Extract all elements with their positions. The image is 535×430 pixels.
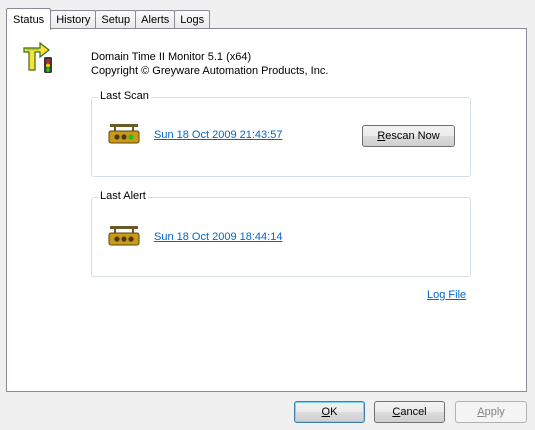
last-scan-label: Last Scan <box>98 90 151 102</box>
apply-accel: A <box>477 406 485 418</box>
rescan-now-button[interactable]: Rescan Now <box>362 125 455 147</box>
app-copyright: Copyright © Greyware Automation Products… <box>91 65 329 77</box>
tab-status[interactable]: Status <box>6 8 52 30</box>
tab-logs[interactable]: Logs <box>174 10 211 29</box>
tab-strip: Status History Setup Alerts Logs <box>6 7 211 30</box>
last-scan-timestamp-link[interactable]: Sun 18 Oct 2009 21:43:57 <box>154 129 282 141</box>
scan-status-icon <box>108 123 140 148</box>
tab-alerts-label: Alerts <box>141 14 170 26</box>
tab-alerts[interactable]: Alerts <box>135 10 176 29</box>
cancel-rest: ancel <box>400 406 427 418</box>
rescan-accel: R <box>377 130 386 142</box>
ok-button[interactable]: OK <box>294 401 365 423</box>
ok-accel: O <box>321 406 331 418</box>
last-alert-timestamp-link[interactable]: Sun 18 Oct 2009 18:44:14 <box>154 231 282 243</box>
last-scan-group: Last Scan Sun 18 Oct 2009 21:43:57 Resca… <box>91 90 471 177</box>
tab-history-label: History <box>56 14 91 26</box>
app-icon <box>22 40 56 77</box>
app-title: Domain Time II Monitor 5.1 (x64) <box>91 51 252 63</box>
cancel-button[interactable]: Cancel <box>374 401 445 423</box>
tab-history[interactable]: History <box>50 10 97 29</box>
tab-setup-label: Setup <box>101 14 131 26</box>
log-file-rest: og File <box>433 289 467 301</box>
tab-status-label: Status <box>13 13 45 26</box>
rescan-label-rest: escan Now <box>385 130 440 142</box>
status-panel: Domain Time II Monitor 5.1 (x64) Copyrig… <box>6 28 527 392</box>
apply-button[interactable]: Apply <box>455 401 527 423</box>
cancel-accel: C <box>392 406 401 418</box>
alert-status-icon <box>108 225 140 250</box>
last-alert-label: Last Alert <box>98 190 148 202</box>
log-file-link[interactable]: Log File <box>427 289 466 301</box>
apply-rest: pply <box>484 406 505 418</box>
dialog: Status History Setup Alerts Logs Domain … <box>0 0 535 430</box>
tab-logs-label: Logs <box>180 14 205 26</box>
ok-rest: K <box>330 406 338 418</box>
tab-setup[interactable]: Setup <box>95 10 137 29</box>
last-alert-group: Last Alert Sun 18 Oct 2009 18:44:14 <box>91 190 471 277</box>
